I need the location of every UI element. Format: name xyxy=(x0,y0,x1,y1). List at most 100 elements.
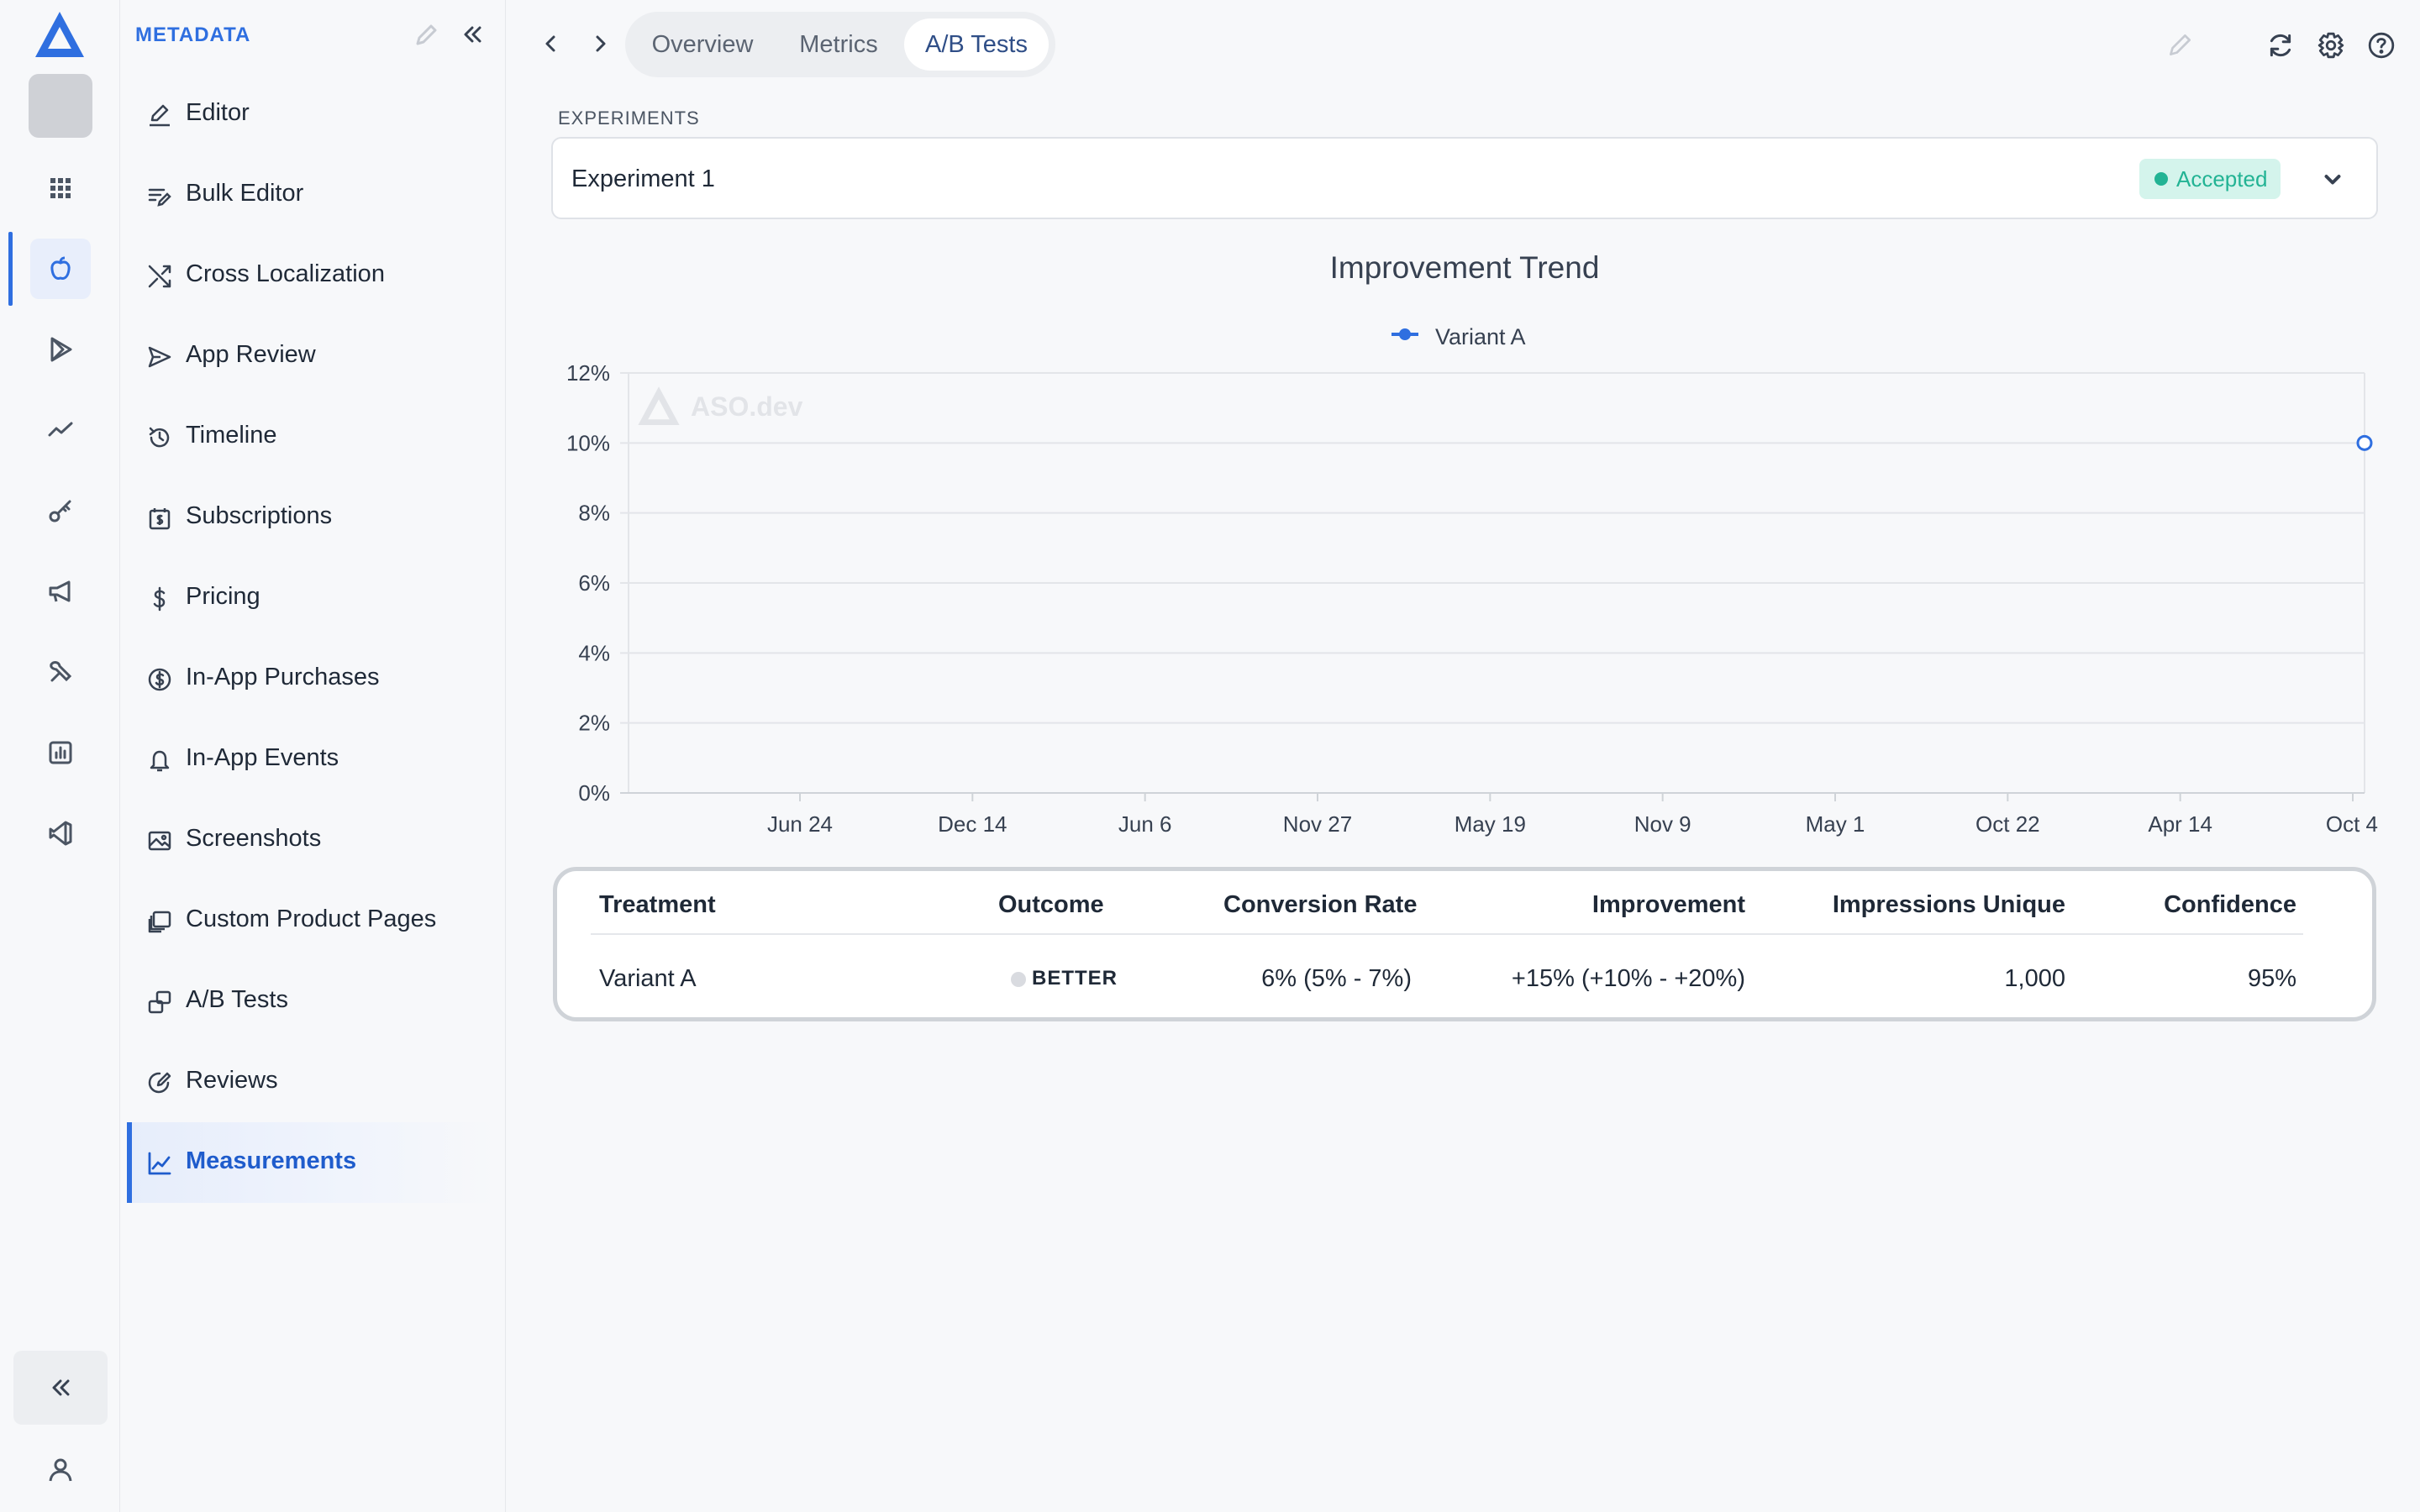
sidebar-item-bulk-editor[interactable]: Bulk Editor xyxy=(127,155,497,235)
metadata-sidebar: METADATA Editor Bulk Editor Cross Locali… xyxy=(120,0,506,1512)
y-tick-label: 2% xyxy=(578,711,610,736)
experiments-label: EXPERIMENTS xyxy=(558,108,700,129)
double-chevron-left-icon xyxy=(464,26,481,43)
double-chevron-left-icon xyxy=(52,1379,70,1396)
app-avatar[interactable] xyxy=(29,74,92,138)
ab-test-icon xyxy=(148,990,171,1014)
apple-icon[interactable] xyxy=(8,232,91,306)
cell-impressions-unique: 1,000 xyxy=(2004,965,2065,992)
app-logo-icon[interactable] xyxy=(32,10,87,60)
sidebar-item-subscriptions[interactable]: Subscriptions xyxy=(127,477,497,558)
report-icon[interactable] xyxy=(30,722,91,783)
sidebar-heading: METADATA xyxy=(135,24,251,46)
review-icon xyxy=(148,1072,171,1094)
sidebar-item-custom-product-pages[interactable]: Custom Product Pages xyxy=(127,880,497,961)
sidebar-item-cross-localization[interactable]: Cross Localization xyxy=(127,235,497,316)
sidebar-item-label: Editor xyxy=(186,99,250,126)
header-divider xyxy=(591,933,2303,935)
x-tick-label: Nov 9 xyxy=(1634,811,1691,837)
x-tick-label: Nov 27 xyxy=(1283,811,1352,837)
x-tick-label: Apr 14 xyxy=(2148,811,2212,837)
vscode-icon[interactable] xyxy=(30,803,91,864)
settings-gear-icon[interactable] xyxy=(2314,29,2348,62)
google-play-icon[interactable] xyxy=(30,319,91,380)
x-tick-label: Oct 22 xyxy=(1975,811,2040,837)
sidebar-nav: Editor Bulk Editor Cross Localization Ap… xyxy=(127,74,497,1203)
edit-pencil-icon[interactable] xyxy=(2163,29,2196,62)
history-icon xyxy=(149,427,170,448)
collapse-rail-button[interactable] xyxy=(13,1351,108,1425)
y-tick-label: 8% xyxy=(578,501,610,526)
megaphone-icon[interactable] xyxy=(30,561,91,622)
view-tabs: Overview Metrics A/B Tests xyxy=(625,12,1055,77)
top-bar: Overview Metrics A/B Tests xyxy=(506,0,2420,91)
chevron-down-icon[interactable] xyxy=(2317,164,2348,194)
grid-icon[interactable] xyxy=(30,158,91,218)
status-badge: Accepted xyxy=(2139,159,2281,199)
bulk-edit-icon xyxy=(148,188,171,207)
legend-label: Variant A xyxy=(1435,324,1526,349)
coin-icon xyxy=(148,668,171,691)
sidebar-item-label: In-App Events xyxy=(186,744,339,771)
sidebar-item-ab-tests[interactable]: A/B Tests xyxy=(127,961,497,1042)
image-icon xyxy=(148,831,171,851)
edit-pencil-icon[interactable] xyxy=(413,22,439,49)
experiment-select-value: Experiment 1 xyxy=(571,165,715,192)
trend-icon[interactable] xyxy=(30,400,91,460)
send-icon xyxy=(148,346,171,368)
header-outcome[interactable]: Outcome xyxy=(998,891,1104,919)
tools-icon[interactable] xyxy=(30,642,91,702)
header-improvement[interactable]: Improvement xyxy=(1592,891,1745,919)
sidebar-item-label: Pricing xyxy=(186,583,260,610)
sidebar-item-pricing[interactable]: Pricing xyxy=(127,558,497,638)
legend-marker xyxy=(1392,328,1418,340)
sidebar-item-label: Measurements xyxy=(186,1147,357,1174)
forward-button[interactable] xyxy=(583,27,617,60)
sidebar-item-label: Bulk Editor xyxy=(186,180,304,207)
cell-improvement: +15% (+10% - +20%) xyxy=(1511,965,1745,992)
header-conversion-rate[interactable]: Conversion Rate xyxy=(1223,891,1417,919)
sidebar-item-in-app-events[interactable]: In-App Events xyxy=(127,719,497,800)
sidebar-item-label: Cross Localization xyxy=(186,260,385,287)
header-treatment[interactable]: Treatment xyxy=(599,891,716,919)
chart-title: Improvement Trend xyxy=(1329,250,1600,285)
sidebar-item-label: Timeline xyxy=(186,422,277,449)
tab-overview[interactable]: Overview xyxy=(632,18,773,71)
outcome-indicator xyxy=(1011,972,1026,987)
data-point xyxy=(2356,434,2373,451)
tab-ab-tests[interactable]: A/B Tests xyxy=(904,18,1049,71)
sidebar-item-app-review[interactable]: App Review xyxy=(127,316,497,396)
line-chart-icon xyxy=(148,1152,171,1175)
improvement-trend-chart: 0% 2% 4% 6% 8% 10% 12% Jun 24 Dec 14 Jun 6 Nov 27… xyxy=(566,360,2378,837)
x-tick-label: Jun 6 xyxy=(1118,811,1172,837)
sidebar-item-reviews[interactable]: Reviews xyxy=(127,1042,497,1122)
sidebar-item-label: Reviews xyxy=(186,1067,278,1094)
key-icon[interactable] xyxy=(30,480,91,541)
refresh-icon[interactable] xyxy=(2264,29,2297,62)
chevron-right-icon xyxy=(596,35,606,52)
collapse-sidebar-button[interactable] xyxy=(460,22,485,47)
chevron-left-icon xyxy=(545,35,555,52)
help-icon[interactable] xyxy=(2365,29,2398,62)
header-confidence[interactable]: Confidence xyxy=(2164,891,2296,919)
sidebar-item-timeline[interactable]: Timeline xyxy=(127,396,497,477)
sidebar-item-measurements[interactable]: Measurements xyxy=(127,1122,497,1203)
sidebar-item-label: App Review xyxy=(186,341,316,368)
x-tick-label: Dec 14 xyxy=(938,811,1007,837)
icon-rail xyxy=(0,0,120,1512)
y-tick-label: 6% xyxy=(578,570,610,596)
sidebar-item-screenshots[interactable]: Screenshots xyxy=(127,800,497,880)
sidebar-item-in-app-purchases[interactable]: In-App Purchases xyxy=(127,638,497,719)
y-tick-label: 10% xyxy=(566,430,610,455)
cell-treatment: Variant A xyxy=(599,965,697,992)
sidebar-item-editor[interactable]: Editor xyxy=(127,74,497,155)
pages-icon xyxy=(148,911,171,933)
sidebar-item-label: Screenshots xyxy=(186,825,322,852)
status-badge-label: Accepted xyxy=(2176,166,2268,192)
cell-confidence: 95% xyxy=(2247,965,2296,992)
header-impressions-unique[interactable]: Impressions Unique xyxy=(1833,891,2065,919)
experiment-select[interactable]: Experiment 1 Accepted xyxy=(551,137,2378,219)
tab-metrics[interactable]: Metrics xyxy=(775,18,902,71)
back-button[interactable] xyxy=(534,27,568,60)
user-account-button[interactable] xyxy=(30,1440,91,1500)
